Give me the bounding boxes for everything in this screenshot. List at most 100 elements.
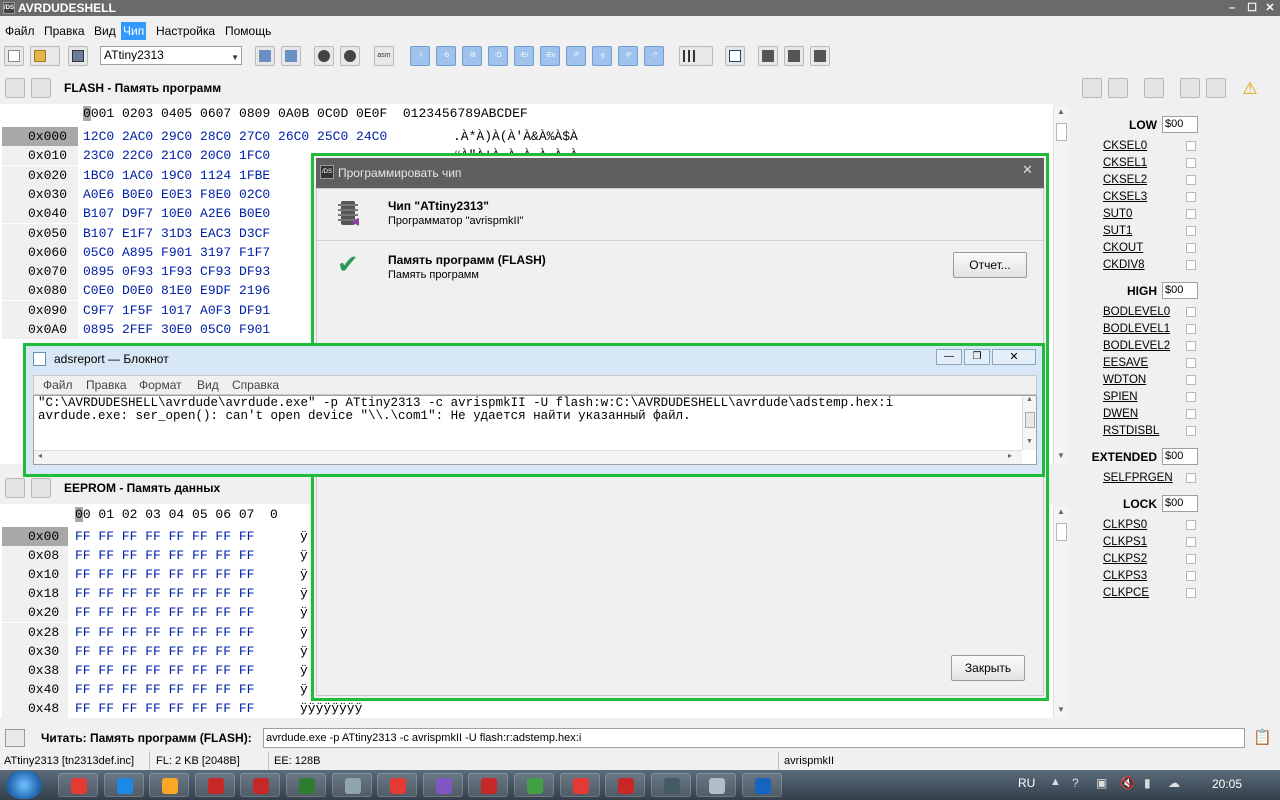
open-folder-icon[interactable] <box>30 46 60 66</box>
signal-icon[interactable]: ▮ <box>1144 776 1151 790</box>
erase-chip-icon[interactable] <box>810 46 830 66</box>
terminal-icon[interactable] <box>5 729 25 747</box>
verify-chip-icon[interactable] <box>784 46 804 66</box>
maximize-icon[interactable]: ☐ <box>1242 0 1262 16</box>
fuse-bit-checkbox[interactable] <box>1186 175 1196 185</box>
menu-chip[interactable]: Чип <box>121 22 147 40</box>
op-button-Er[interactable]: -Er <box>514 46 534 66</box>
fuse-bit-checkbox[interactable] <box>1186 341 1196 351</box>
torrent-icon[interactable] <box>514 773 554 797</box>
fuse-bit-checkbox[interactable] <box>1186 358 1196 368</box>
fuse-value-input-extended[interactable]: $00 <box>1162 448 1198 465</box>
op-button-D[interactable]: -D <box>488 46 508 66</box>
row-hex[interactable]: FF FF FF FF FF FF FF FF <box>75 565 254 584</box>
app-icon[interactable] <box>468 773 509 797</box>
row-hex[interactable]: C9F7 1F5F 1017 A0F3 DF91 <box>83 301 270 320</box>
minimize-icon[interactable]: — <box>936 349 962 365</box>
fuse-bit-checkbox[interactable] <box>1186 537 1196 547</box>
menu-settings[interactable]: Настройка <box>154 22 217 40</box>
tray-device-icon[interactable]: ▣ <box>1096 776 1107 790</box>
fuse-bit-checkbox[interactable] <box>1186 426 1196 436</box>
row-hex[interactable]: FF FF FF FF FF FF FF FF <box>75 661 254 680</box>
fuse-bit-checkbox[interactable] <box>1186 158 1196 168</box>
row-hex[interactable]: 05C0 A895 F901 3197 F1F7 <box>83 243 270 262</box>
search-icon[interactable] <box>314 46 334 66</box>
warning-icon[interactable]: ⚠ <box>1240 79 1260 99</box>
start-button[interactable] <box>6 771 42 799</box>
op-button-b[interactable]: -b <box>436 46 456 66</box>
table-row[interactable]: 0x000 12C0 2AC0 29C0 28C0 27C0 26C0 25C0 … <box>0 127 1053 146</box>
notepad-vscroll[interactable]: ▲ ▼ <box>1022 396 1036 450</box>
maximize-icon[interactable]: ❐ <box>964 349 990 365</box>
chrome-icon[interactable] <box>58 773 98 797</box>
notepad-menu-format[interactable]: Формат <box>139 376 182 394</box>
picture-icon[interactable] <box>194 773 235 797</box>
row-hex[interactable]: FF FF FF FF FF FF FF FF <box>75 527 254 546</box>
program-chip-icon[interactable] <box>758 46 778 66</box>
op-button-y[interactable]: -y <box>592 46 612 66</box>
write-flash-icon[interactable] <box>31 78 51 98</box>
fuse-bit-checkbox[interactable] <box>1186 324 1196 334</box>
row-hex[interactable]: C0E0 D0E0 81E0 E9DF 2196 <box>83 281 270 300</box>
game-icon[interactable] <box>605 773 646 797</box>
close-icon[interactable]: ✕ <box>1260 0 1280 16</box>
search-next-icon[interactable] <box>340 46 360 66</box>
opera-icon[interactable] <box>559 773 600 797</box>
chip-select[interactable]: ATtiny2313 ▼ <box>100 46 242 65</box>
flash-scrollbar[interactable]: ▲ ▼ <box>1053 107 1069 464</box>
read-eeprom-icon[interactable] <box>5 478 25 498</box>
row-hex[interactable]: FF FF FF FF FF FF FF FF <box>75 699 254 718</box>
menu-view[interactable]: Вид <box>92 22 118 40</box>
row-hex[interactable]: 1BC0 1AC0 19C0 1124 1FBE <box>83 166 270 185</box>
fuse-bit-checkbox[interactable] <box>1186 226 1196 236</box>
volume-icon[interactable]: 🔇 <box>1120 776 1135 790</box>
fuse-bit-checkbox[interactable] <box>1186 392 1196 402</box>
tray-help-icon[interactable]: ? <box>1072 776 1079 790</box>
row-hex[interactable]: FF FF FF FF FF FF FF FF <box>75 623 254 642</box>
fuse-bit-checkbox[interactable] <box>1186 554 1196 564</box>
op-button-l[interactable]: -l <box>410 46 430 66</box>
notepad-menu-file[interactable]: Файл <box>43 376 73 394</box>
picture-icon[interactable] <box>240 773 281 797</box>
row-hex[interactable]: 23C0 22C0 21C0 20C0 1FC0 <box>83 146 270 165</box>
terminal-icon[interactable] <box>725 46 745 66</box>
menu-file[interactable]: Файл <box>3 22 37 40</box>
read-fuses-icon[interactable] <box>1082 78 1102 98</box>
fuse-bit-checkbox[interactable] <box>1186 473 1196 483</box>
menu-edit[interactable]: Правка <box>42 22 87 40</box>
write-lock-icon[interactable] <box>1206 78 1226 98</box>
row-hex[interactable]: FF FF FF FF FF FF FF FF <box>75 680 254 699</box>
row-hex[interactable]: FF FF FF FF FF FF FF FF <box>75 642 254 661</box>
fuse-value-input-low[interactable]: $00 <box>1162 116 1198 133</box>
fuse-bit-checkbox[interactable] <box>1186 409 1196 419</box>
row-hex[interactable]: FF FF FF FF FF FF FF FF <box>75 546 254 565</box>
row-hex[interactable]: 12C0 2AC0 29C0 28C0 27C0 26C0 25C0 24C0 <box>83 127 387 146</box>
notepad-hscroll[interactable]: ◂ ▸ <box>34 450 1022 464</box>
language-indicator[interactable]: RU <box>1018 776 1035 790</box>
report-button[interactable]: Отчет... <box>953 252 1027 278</box>
fuse-bit-checkbox[interactable] <box>1186 375 1196 385</box>
network-icon[interactable]: ☁ <box>1168 776 1180 790</box>
fuse-value-input-lock[interactable]: $00 <box>1162 495 1198 512</box>
menu-help[interactable]: Помощь <box>223 22 273 40</box>
notepad-menu-edit[interactable]: Правка <box>86 376 127 394</box>
fuse-bit-checkbox[interactable] <box>1186 141 1196 151</box>
write-chip-icon[interactable] <box>281 46 301 66</box>
fuse-bit-checkbox[interactable] <box>1186 209 1196 219</box>
write-fuses-icon[interactable] <box>1108 78 1128 98</box>
viber-icon[interactable] <box>422 773 463 797</box>
clipboard-icon[interactable]: 📋 <box>1253 728 1273 748</box>
save-icon[interactable] <box>68 46 88 66</box>
write-eeprom-icon[interactable] <box>31 478 51 498</box>
table-row[interactable]: 0x48 FF FF FF FF FF FF FF FF ÿÿÿÿÿÿÿÿ <box>0 698 1053 718</box>
op-button-P[interactable]: -P <box>618 46 638 66</box>
fuse-settings-icon[interactable] <box>1144 78 1164 98</box>
opera-icon[interactable] <box>377 773 418 797</box>
op-button-F[interactable]: -F <box>566 46 586 66</box>
read-chip-icon[interactable] <box>255 46 275 66</box>
notepad-menu-view[interactable]: Вид <box>197 376 219 394</box>
clock[interactable]: 20:05 <box>1212 777 1242 791</box>
fuse-bit-checkbox[interactable] <box>1186 571 1196 581</box>
word-icon[interactable] <box>742 773 782 797</box>
notepad-text-area[interactable]: "C:\AVRDUDESHELL\avrdude\avrdude.exe" -p… <box>33 395 1037 465</box>
